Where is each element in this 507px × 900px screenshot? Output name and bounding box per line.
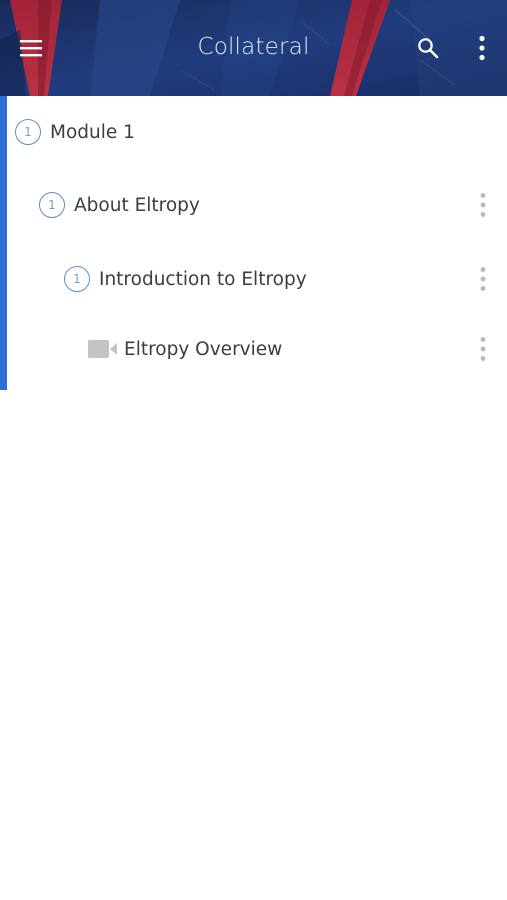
- app-header: Collateral: [0, 0, 507, 96]
- count-badge: 1: [39, 192, 65, 218]
- item-options-button[interactable]: [471, 185, 495, 225]
- search-icon: [418, 38, 439, 59]
- app-screen: Collateral 1 Module 1 1 About Eltropy 1 …: [0, 0, 507, 900]
- tree-item-label: Introduction to Eltropy: [99, 268, 307, 290]
- more-vertical-icon: [480, 337, 486, 361]
- more-vertical-icon: [480, 267, 486, 291]
- tree-item-video[interactable]: Eltropy Overview: [7, 321, 507, 377]
- more-vertical-icon: [479, 35, 485, 61]
- collateral-tree: 1 Module 1 1 About Eltropy 1 Introductio…: [0, 96, 507, 390]
- tree-item-module[interactable]: 1 Module 1: [7, 104, 507, 160]
- count-badge: 1: [64, 266, 90, 292]
- tree-item-section[interactable]: 1 About Eltropy: [7, 177, 507, 233]
- count-badge: 1: [15, 119, 41, 145]
- search-button[interactable]: [410, 30, 446, 66]
- selection-accent-bar: [0, 96, 7, 390]
- tree-item-topic[interactable]: 1 Introduction to Eltropy: [7, 251, 507, 307]
- overflow-menu-button[interactable]: [464, 30, 500, 66]
- item-options-button[interactable]: [471, 329, 495, 369]
- item-options-button[interactable]: [471, 259, 495, 299]
- tree-item-label: Module 1: [50, 121, 135, 143]
- tree-item-label: Eltropy Overview: [124, 338, 283, 360]
- video-camera-icon: [88, 340, 118, 358]
- tree-item-label: About Eltropy: [74, 194, 200, 216]
- more-vertical-icon: [480, 193, 486, 217]
